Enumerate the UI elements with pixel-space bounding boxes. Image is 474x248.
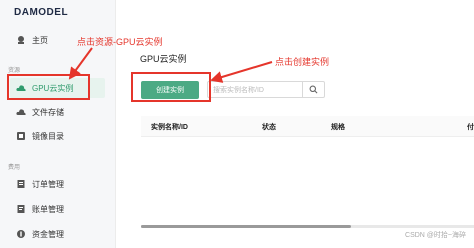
arrow-to-gpu-instance <box>68 47 93 80</box>
arrow-to-create-button <box>210 61 273 83</box>
watermark: CSDN @时拾~海碎 <box>405 232 466 239</box>
annotation-arrows <box>68 47 273 83</box>
